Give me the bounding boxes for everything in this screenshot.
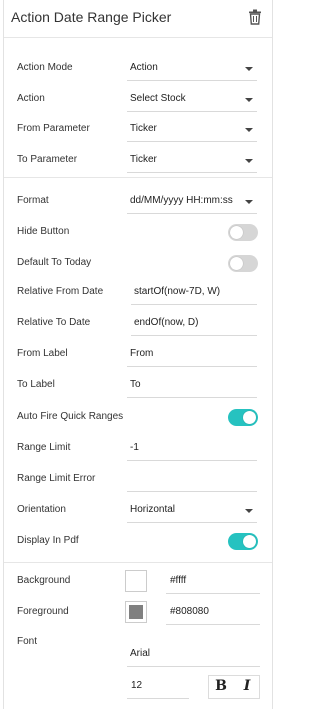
default-to-today-label: Default To Today bbox=[17, 257, 92, 268]
italic-button[interactable]: I bbox=[235, 676, 259, 698]
format-select[interactable]: dd/MM/yyyy HH:mm:ss bbox=[127, 190, 257, 214]
to-parameter-row: To Parameter Ticker bbox=[4, 149, 272, 173]
foreground-row: Foreground #808080 bbox=[4, 601, 272, 625]
chevron-down-icon bbox=[245, 67, 253, 71]
range-limit-input[interactable]: -1 bbox=[127, 437, 257, 461]
chevron-down-icon bbox=[245, 200, 253, 204]
relative-to-date-value: endOf(now, D) bbox=[134, 317, 199, 328]
background-color-input[interactable]: #ffff bbox=[166, 570, 260, 594]
relative-from-date-value: startOf(now-7D, W) bbox=[134, 286, 221, 297]
format-value: dd/MM/yyyy HH:mm:ss bbox=[130, 195, 233, 206]
range-limit-value: -1 bbox=[130, 442, 139, 453]
action-select[interactable]: Select Stock bbox=[127, 88, 257, 112]
action-mode-value: Action bbox=[130, 62, 158, 73]
to-label-label: To Label bbox=[17, 379, 55, 390]
relative-from-date-input[interactable]: startOf(now-7D, W) bbox=[131, 281, 257, 305]
panel-title: Action Date Range Picker bbox=[11, 9, 172, 25]
action-mode-label: Action Mode bbox=[17, 62, 73, 73]
panel-header: Action Date Range Picker bbox=[4, 0, 272, 38]
auto-fire-quick-ranges-toggle[interactable] bbox=[228, 409, 258, 426]
chevron-down-icon bbox=[245, 128, 253, 132]
font-size-input[interactable]: 12 bbox=[127, 675, 189, 699]
trash-icon[interactable] bbox=[248, 9, 262, 25]
hide-button-label: Hide Button bbox=[17, 226, 70, 237]
chevron-down-icon bbox=[245, 159, 253, 163]
background-swatch-fill bbox=[129, 574, 143, 588]
to-label-row: To Label To bbox=[4, 374, 272, 398]
auto-fire-quick-ranges-label: Auto Fire Quick Ranges bbox=[17, 411, 124, 422]
relative-from-date-label: Relative From Date bbox=[17, 286, 104, 297]
from-label-row: From Label From bbox=[4, 343, 272, 367]
to-label-input[interactable]: To bbox=[127, 374, 257, 398]
to-parameter-select[interactable]: Ticker bbox=[127, 149, 257, 173]
action-label: Action bbox=[17, 93, 45, 104]
background-label: Background bbox=[17, 575, 71, 586]
action-value: Select Stock bbox=[130, 93, 186, 104]
background-row: Background #ffff bbox=[4, 570, 272, 594]
toggle-knob bbox=[243, 535, 256, 548]
from-parameter-value: Ticker bbox=[130, 123, 157, 134]
foreground-color-input[interactable]: #808080 bbox=[166, 601, 260, 625]
foreground-color-value: #808080 bbox=[170, 606, 209, 617]
from-label-label: From Label bbox=[17, 348, 68, 359]
bold-button[interactable]: B bbox=[209, 676, 233, 698]
background-color-value: #ffff bbox=[170, 575, 187, 586]
foreground-color-swatch[interactable] bbox=[125, 601, 147, 623]
display-in-pdf-label: Display In Pdf bbox=[17, 535, 79, 546]
chevron-down-icon bbox=[245, 509, 253, 513]
format-label: Format bbox=[17, 195, 49, 206]
font-family-row: Arial bbox=[4, 643, 272, 667]
font-family-value: Arial bbox=[130, 648, 151, 659]
relative-to-date-label: Relative To Date bbox=[17, 317, 91, 328]
from-parameter-select[interactable]: Ticker bbox=[127, 118, 257, 142]
display-in-pdf-toggle[interactable] bbox=[228, 533, 258, 550]
relative-from-date-row: Relative From Date startOf(now-7D, W) bbox=[4, 281, 272, 305]
font-size-value: 12 bbox=[131, 680, 143, 691]
orientation-value: Horizontal bbox=[130, 504, 176, 515]
range-limit-error-row: Range Limit Error bbox=[4, 468, 272, 492]
relative-to-date-input[interactable]: endOf(now, D) bbox=[131, 312, 257, 336]
properties-panel: Action Date Range Picker Action Mode Act… bbox=[3, 0, 273, 709]
orientation-select[interactable]: Horizontal bbox=[127, 499, 257, 523]
from-label-value: From bbox=[130, 348, 154, 359]
display-in-pdf-row: Display In Pdf bbox=[4, 530, 272, 554]
from-parameter-label: From Parameter bbox=[17, 123, 90, 134]
foreground-label: Foreground bbox=[17, 606, 69, 617]
background-color-swatch[interactable] bbox=[125, 570, 147, 592]
from-parameter-row: From Parameter Ticker bbox=[4, 118, 272, 142]
to-parameter-label: To Parameter bbox=[17, 154, 78, 165]
action-mode-select[interactable]: Action bbox=[127, 57, 257, 81]
action-mode-row: Action Mode Action bbox=[4, 57, 272, 81]
toggle-knob bbox=[230, 257, 243, 270]
hide-button-toggle[interactable] bbox=[228, 224, 258, 241]
from-label-input[interactable]: From bbox=[127, 343, 257, 367]
action-row: Action Select Stock bbox=[4, 88, 272, 112]
orientation-label: Orientation bbox=[17, 504, 66, 515]
hide-button-row: Hide Button bbox=[4, 221, 272, 245]
format-row: Format dd/MM/yyyy HH:mm:ss bbox=[4, 190, 272, 214]
action-section: Action Mode Action Action Select Stock F… bbox=[4, 38, 272, 178]
foreground-swatch-fill bbox=[129, 605, 143, 619]
range-limit-error-input[interactable] bbox=[127, 468, 257, 492]
font-family-input[interactable]: Arial bbox=[127, 643, 260, 667]
chevron-down-icon bbox=[245, 98, 253, 102]
toggle-knob bbox=[230, 226, 243, 239]
range-limit-error-label: Range Limit Error bbox=[17, 473, 96, 484]
to-parameter-value: Ticker bbox=[130, 154, 157, 165]
range-limit-label: Range Limit bbox=[17, 442, 71, 453]
toggle-knob bbox=[243, 411, 256, 424]
font-style-group: B I bbox=[208, 675, 260, 699]
default-to-today-row: Default To Today bbox=[4, 252, 272, 276]
auto-fire-quick-ranges-row: Auto Fire Quick Ranges bbox=[4, 406, 272, 430]
relative-to-date-row: Relative To Date endOf(now, D) bbox=[4, 312, 272, 336]
style-section: Background #ffff Foreground #808080 Font… bbox=[4, 563, 272, 709]
default-to-today-toggle[interactable] bbox=[228, 255, 258, 272]
to-label-value: To bbox=[130, 379, 141, 390]
orientation-row: Orientation Horizontal bbox=[4, 499, 272, 523]
range-limit-row: Range Limit -1 bbox=[4, 437, 272, 461]
font-size-row: 12 B I bbox=[4, 675, 272, 699]
settings-section: Format dd/MM/yyyy HH:mm:ss Hide Button D… bbox=[4, 178, 272, 563]
